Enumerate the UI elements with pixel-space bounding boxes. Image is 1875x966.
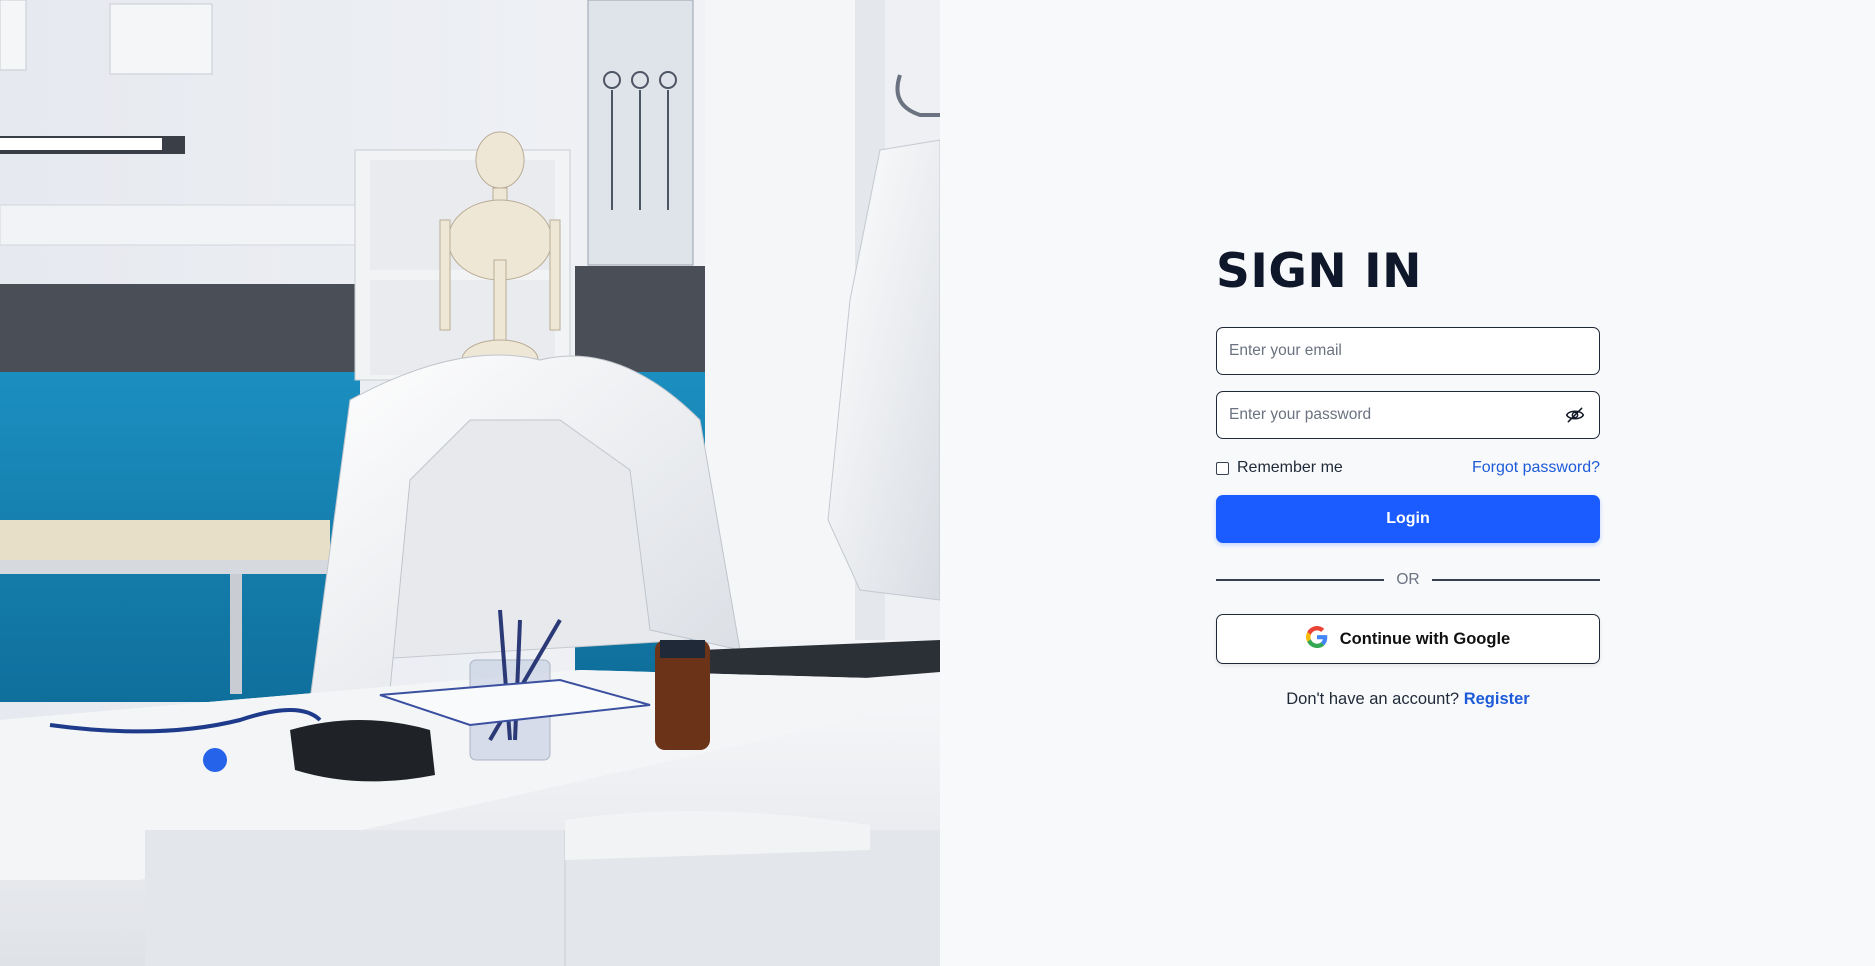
hero-image bbox=[0, 0, 940, 966]
email-field-wrapper bbox=[1216, 327, 1600, 375]
remember-forgot-row: Remember me Forgot password? bbox=[1216, 458, 1600, 478]
signin-form: SIGN IN Remember me Forgot password? Log… bbox=[1216, 242, 1600, 709]
or-divider: OR bbox=[1216, 570, 1600, 590]
google-logo-icon bbox=[1305, 625, 1328, 653]
medical-office-illustration bbox=[0, 0, 940, 966]
email-input[interactable] bbox=[1217, 328, 1599, 374]
remember-me-checkbox[interactable] bbox=[1216, 461, 1229, 475]
forgot-password-link[interactable]: Forgot password? bbox=[1472, 459, 1600, 477]
login-button[interactable]: Login bbox=[1216, 495, 1600, 543]
divider-line-left bbox=[1216, 579, 1385, 581]
remember-me-option[interactable]: Remember me bbox=[1216, 459, 1343, 477]
google-signin-button[interactable]: Continue with Google bbox=[1216, 614, 1600, 664]
password-field-wrapper bbox=[1216, 391, 1600, 439]
no-account-text: Don't have an account? bbox=[1286, 690, 1460, 708]
password-input[interactable] bbox=[1217, 392, 1599, 438]
page-title: SIGN IN bbox=[1216, 244, 1422, 299]
remember-me-label: Remember me bbox=[1237, 459, 1343, 476]
google-button-label: Continue with Google bbox=[1339, 629, 1511, 648]
register-prompt: Don't have an account? Register bbox=[1216, 690, 1600, 709]
divider-label: OR bbox=[1396, 571, 1420, 588]
divider-line-right bbox=[1431, 579, 1600, 581]
register-link[interactable]: Register bbox=[1464, 690, 1530, 708]
eye-slash-icon[interactable] bbox=[1565, 405, 1585, 425]
